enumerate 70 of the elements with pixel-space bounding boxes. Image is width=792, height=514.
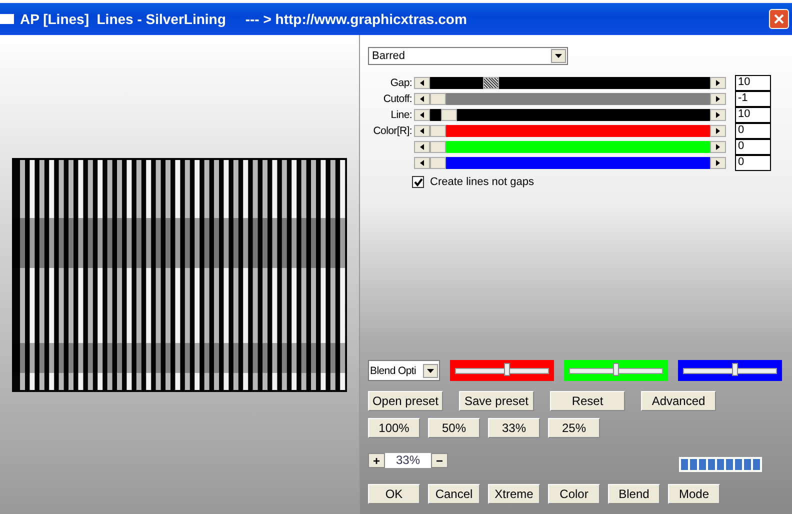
- scroll-left-button[interactable]: [414, 77, 430, 89]
- slider-thumb[interactable]: [430, 125, 446, 137]
- slider-thumb[interactable]: [732, 362, 738, 376]
- scroll-right-button[interactable]: [710, 109, 726, 121]
- scroll-right-button[interactable]: [710, 77, 726, 89]
- slider-thumb[interactable]: [440, 109, 457, 121]
- scroll-left-button[interactable]: [414, 141, 430, 153]
- left-arrow-icon: [420, 160, 424, 166]
- dropdown-arrow-icon: [555, 54, 562, 58]
- scroll-right-button[interactable]: [710, 125, 726, 137]
- close-button[interactable]: [769, 9, 789, 29]
- slider-label: Cutoff:: [382, 93, 412, 105]
- action-button[interactable]: Color: [548, 484, 600, 504]
- slider-thumb[interactable]: [430, 141, 446, 153]
- slider-thumb[interactable]: [430, 157, 446, 169]
- right-arrow-icon: [716, 144, 720, 150]
- value-field[interactable]: 0: [735, 155, 771, 171]
- scroll-left-button[interactable]: [414, 93, 430, 105]
- close-icon: [773, 13, 785, 25]
- value-field[interactable]: 10: [735, 107, 771, 123]
- scroll-right-button[interactable]: [710, 93, 726, 105]
- action-button[interactable]: Mode: [668, 484, 720, 504]
- scroll-left-button[interactable]: [414, 125, 430, 137]
- slider-thumb[interactable]: [613, 362, 619, 376]
- preset-button[interactable]: Advanced: [641, 391, 716, 411]
- preset-button[interactable]: Open preset: [368, 391, 443, 411]
- scroll-left-button[interactable]: [414, 109, 430, 121]
- scroll-right-button[interactable]: [710, 157, 726, 169]
- zoom-out-button[interactable]: −: [431, 452, 448, 468]
- blend-dropdown[interactable]: Blend Opti: [368, 360, 440, 381]
- slider-thumb[interactable]: [483, 77, 500, 89]
- zoom-button[interactable]: 50%: [428, 418, 480, 438]
- value-field[interactable]: 10: [735, 75, 771, 91]
- zoom-field[interactable]: 33%: [385, 452, 431, 468]
- action-button[interactable]: Cancel: [428, 484, 480, 504]
- left-arrow-icon: [420, 80, 424, 86]
- right-arrow-icon: [716, 80, 720, 86]
- right-arrow-icon: [716, 128, 720, 134]
- right-arrow-icon: [716, 160, 720, 166]
- slider-label: Line:: [390, 109, 412, 121]
- zoom-button[interactable]: 25%: [548, 418, 600, 438]
- action-button[interactable]: OK: [368, 484, 420, 504]
- preset-button[interactable]: Save preset: [459, 391, 534, 411]
- scroll-right-button[interactable]: [710, 141, 726, 153]
- zoom-button[interactable]: 33%: [488, 418, 540, 438]
- left-arrow-icon: [420, 144, 424, 150]
- slider-label: Gap:: [389, 77, 412, 89]
- slider-thumb[interactable]: [430, 93, 446, 105]
- zoom-button[interactable]: 100%: [368, 418, 420, 438]
- scroll-left-button[interactable]: [414, 157, 430, 169]
- window-title: AP [Lines] Lines - SilverLining --- > http://www.graphicxtras.com: [20, 11, 468, 27]
- checkbox[interactable]: [412, 176, 424, 188]
- dropdown-arrow-icon: [427, 368, 434, 372]
- action-button[interactable]: Xtreme: [488, 484, 540, 504]
- value-field[interactable]: 0: [735, 123, 771, 139]
- right-arrow-icon: [716, 112, 720, 118]
- right-arrow-icon: [716, 96, 720, 102]
- preset-dropdown[interactable]: Barred: [368, 47, 568, 65]
- preset-button[interactable]: Reset: [550, 391, 625, 411]
- slider-label: Color[R]:: [372, 125, 412, 137]
- left-arrow-icon: [420, 112, 424, 118]
- value-field[interactable]: -1: [735, 91, 771, 107]
- value-field[interactable]: 0: [735, 139, 771, 155]
- left-arrow-icon: [420, 96, 424, 102]
- checkbox-label: Create lines not gaps: [430, 176, 534, 188]
- action-button[interactable]: Blend: [608, 484, 660, 504]
- progress-blocks-icon: [679, 457, 762, 472]
- slider-thumb[interactable]: [504, 362, 510, 376]
- zoom-in-button[interactable]: +: [368, 452, 385, 468]
- left-arrow-icon: [420, 128, 424, 134]
